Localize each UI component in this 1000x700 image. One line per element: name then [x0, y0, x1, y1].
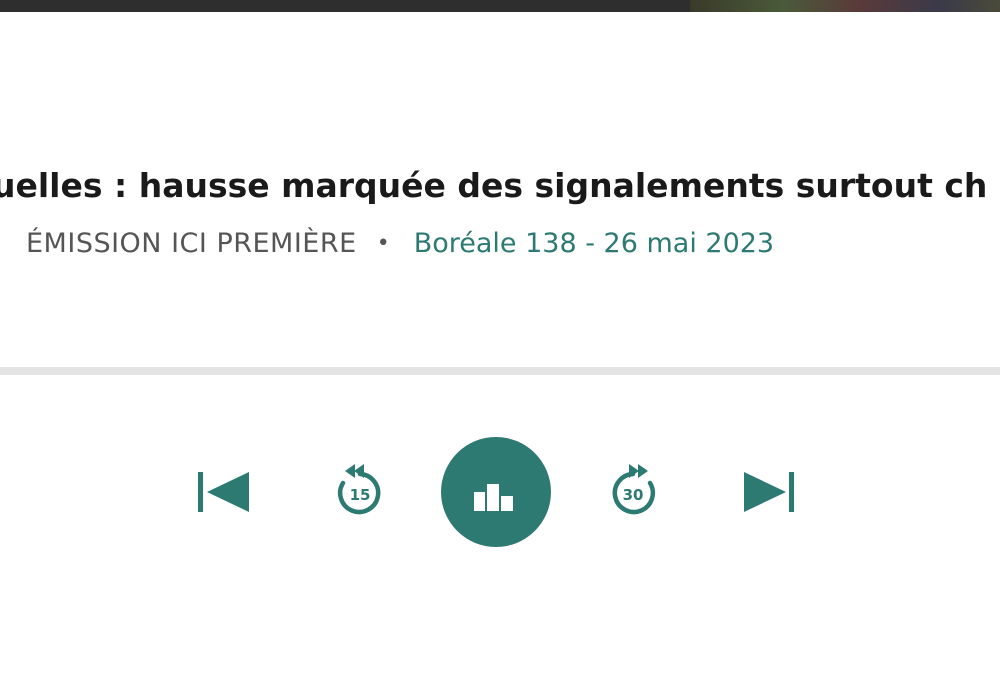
rewind-seconds-label: 15 — [350, 486, 371, 504]
meta-separator: • — [376, 231, 390, 256]
forward-30-icon: 30 — [612, 464, 656, 515]
forward-button[interactable]: 30 — [606, 463, 660, 517]
forward-seconds-label: 30 — [623, 486, 644, 504]
episode-link[interactable]: Boréale 138 - 26 mai 2023 — [414, 228, 774, 259]
show-label[interactable]: ÉMISSION ICI PREMIÈRE — [26, 228, 357, 259]
episode-title: uelles : hausse marquée des signalements… — [0, 166, 988, 205]
progress-bar[interactable] — [0, 367, 1000, 375]
episode-meta: ÉMISSION ICI PREMIÈRE • Boréale 138 - 26… — [0, 228, 1000, 259]
previous-button[interactable] — [197, 471, 251, 513]
next-button[interactable] — [742, 471, 796, 513]
top-thumbnail-strip — [0, 0, 1000, 12]
rewind-button[interactable]: 15 — [333, 463, 387, 517]
rewind-15-icon: 15 — [337, 464, 381, 515]
artwork-thumbnail — [690, 0, 1000, 12]
skip-next-icon — [744, 472, 794, 512]
audio-bars-icon — [474, 484, 513, 511]
play-pause-button[interactable] — [441, 437, 551, 547]
player-controls: 15 30 — [0, 437, 1000, 547]
skip-previous-icon — [198, 472, 249, 512]
